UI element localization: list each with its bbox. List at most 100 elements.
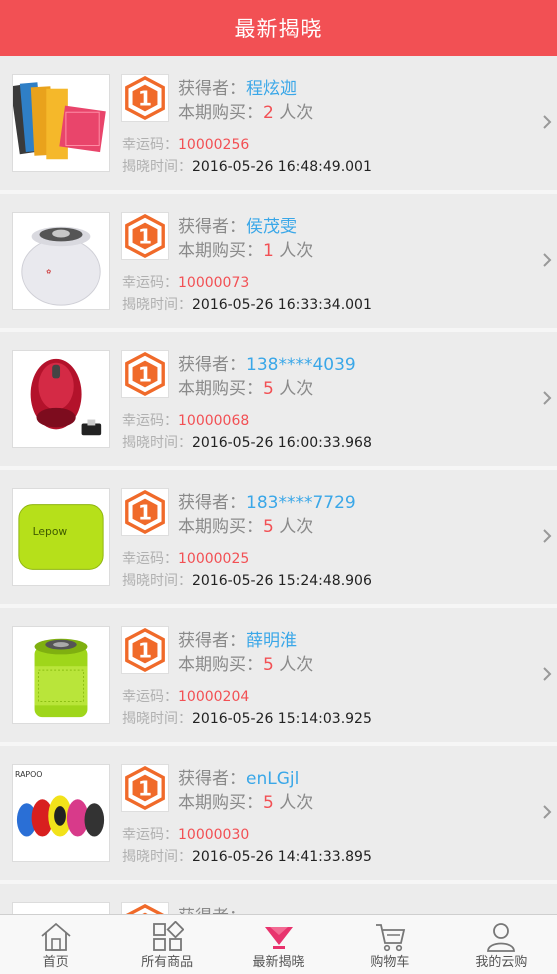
winner-badge-icon: 1 — [121, 488, 169, 536]
mice-group-icon: RAPOO — [12, 764, 110, 862]
home-icon — [41, 922, 71, 951]
reveal-time-row: 揭晓时间：2016-05-26 15:24:48.906 — [122, 573, 372, 589]
product-brand-text: RAPOO — [15, 770, 43, 779]
lucky-code: 10000073 — [178, 275, 250, 291]
winner-badge-icon: 1 — [121, 626, 169, 674]
winner-name[interactable]: 183****7729 — [246, 493, 356, 513]
winner-badge-icon: 1 — [121, 74, 169, 122]
purchase-count: 5 — [263, 655, 274, 675]
winner-name[interactable]: 侯茂雯 — [246, 217, 297, 237]
lucky-code: 10000068 — [178, 413, 250, 429]
chevron-right-icon — [543, 253, 552, 267]
reveal-time-row: 揭晓时间：2016-05-26 16:00:33.968 — [122, 435, 372, 451]
purchase-row: 本期购买：1 人次 — [178, 241, 314, 261]
purchase-row: 本期购买：5 人次 — [178, 379, 314, 399]
tab-label: 首页 — [42, 955, 69, 970]
lucky-code-row: 幸运码：10000025 — [122, 551, 250, 567]
reveal-time-row: 揭晓时间：2016-05-26 15:14:03.925 — [122, 711, 372, 727]
list-item[interactable]: 1 获得者：薛明淮 本期购买：5 人次 幸运码：10000204 揭晓时间：20… — [0, 608, 557, 746]
winner-row: 获得者：183****7729 — [178, 493, 356, 513]
badge-number: 1 — [138, 639, 152, 663]
purchase-count: 5 — [263, 517, 274, 537]
winner-row: 获得者：程炫迦 — [178, 79, 297, 99]
chevron-right-icon — [543, 391, 552, 405]
list-item[interactable]: RAPOO 1 获得者：enLGjl 本期购买：5 人次 幸运码：1000003… — [0, 746, 557, 884]
reveal-time: 2016-05-26 16:00:33.968 — [192, 435, 372, 451]
lucky-code: 10000256 — [178, 137, 250, 153]
reveal-time-row: 揭晓时间：2016-05-26 14:41:33.895 — [122, 849, 372, 865]
user-icon — [487, 923, 516, 952]
tab-cart[interactable]: 购物车 — [334, 915, 445, 974]
purchase-count: 1 — [263, 241, 274, 261]
reveal-time: 2016-05-26 15:14:03.925 — [192, 711, 372, 727]
winner-row: 获得者：侯茂雯 — [178, 217, 297, 237]
speaker-green-icon — [12, 626, 110, 724]
tab-my-account[interactable]: 我的云购 — [446, 915, 557, 974]
reveal-time: 2016-05-26 16:48:49.001 — [192, 159, 372, 175]
product-brand-text: Lepow — [33, 525, 68, 538]
winner-badge-icon: 1 — [121, 350, 169, 398]
lucky-code: 10000204 — [178, 689, 250, 705]
cart-icon — [375, 924, 406, 952]
chevron-right-icon — [543, 529, 552, 543]
reveal-time: 2016-05-26 14:41:33.895 — [192, 849, 372, 865]
lucky-code-row: 幸运码：10000030 — [122, 827, 250, 843]
winner-row: 获得者：enLGjl — [178, 769, 300, 789]
winner-row: 获得者：138****4039 — [178, 355, 356, 375]
winner-name[interactable]: enLGjl — [246, 769, 299, 789]
purchase-row: 本期购买：5 人次 — [178, 517, 314, 537]
svg-text:✿: ✿ — [46, 269, 51, 276]
badge-number: 1 — [138, 225, 152, 249]
list-item[interactable]: 1 获得者：程炫迦 本期购买：2 人次 幸运码：10000256 揭晓时间：20… — [0, 56, 557, 194]
chevron-right-icon — [543, 115, 552, 129]
list-item[interactable]: 1 获得者：138****4039 本期购买：5 人次 幸运码：10000068… — [0, 332, 557, 470]
power-bank-icon: Lepow — [12, 488, 110, 586]
tab-label: 购物车 — [370, 955, 410, 970]
lucky-code: 10000030 — [178, 827, 250, 843]
page-title: 最新揭晓 — [234, 17, 323, 41]
purchase-count: 5 — [263, 379, 274, 399]
reveal-time-row: 揭晓时间：2016-05-26 16:48:49.001 — [122, 159, 372, 175]
badge-number: 1 — [138, 777, 152, 801]
partial-item-icon — [12, 902, 110, 914]
winner-badge-icon: 1 — [121, 764, 169, 812]
reveal-time-row: 揭晓时间：2016-05-26 16:33:34.001 — [122, 297, 372, 313]
chevron-right-icon — [543, 805, 552, 819]
chevron-right-icon — [543, 667, 552, 681]
winner-name[interactable]: 138****4039 — [246, 355, 356, 375]
tab-all-products[interactable]: 所有商品 — [111, 915, 222, 974]
lucky-code-row: 幸运码：10000204 — [122, 689, 250, 705]
purchase-row: 本期购买：2 人次 — [178, 103, 314, 123]
page-header: 最新揭晓 — [0, 0, 557, 56]
winner-name[interactable]: 程炫迦 — [246, 79, 297, 99]
badge-number: 1 — [138, 87, 152, 111]
winner-row: 获得者： — [178, 902, 246, 914]
lucky-code-row: 幸运码：10000256 — [122, 137, 250, 153]
lucky-code: 10000025 — [178, 551, 250, 567]
purchase-count: 5 — [263, 793, 274, 813]
winner-badge-icon: 1 — [121, 212, 169, 260]
reveal-time: 2016-05-26 15:24:48.906 — [192, 573, 372, 589]
diamond-icon — [264, 927, 293, 949]
list-item[interactable]: 获得者： — [0, 884, 557, 914]
list-item[interactable]: Lepow 1 获得者：183****7729 本期购买：5 人次 幸运码：10… — [0, 470, 557, 608]
winner-name[interactable]: 薛明淮 — [246, 631, 297, 651]
tab-label: 所有商品 — [141, 955, 194, 970]
speaker-white-icon: ✿ — [12, 212, 110, 310]
lucky-code-row: 幸运码：10000073 — [122, 275, 250, 291]
winner-badge-icon — [121, 902, 169, 914]
tab-home[interactable]: 首页 — [0, 915, 111, 974]
tab-latest-reveal[interactable]: 最新揭晓 — [223, 915, 334, 974]
purchase-row: 本期购买：5 人次 — [178, 793, 314, 813]
badge-number: 1 — [138, 363, 152, 387]
badge-number: 1 — [138, 501, 152, 525]
result-list: 1 获得者：程炫迦 本期购买：2 人次 幸运码：10000256 揭晓时间：20… — [0, 56, 557, 914]
purchase-count: 2 — [263, 103, 274, 123]
bottom-tab-bar: 首页 所有商品 最新揭晓 购物车 我的云购 — [0, 914, 557, 974]
purchase-row: 本期购买：5 人次 — [178, 655, 314, 675]
reveal-time: 2016-05-26 16:33:34.001 — [192, 297, 372, 313]
lucky-code-row: 幸运码：10000068 — [122, 413, 250, 429]
list-item[interactable]: ✿ 1 获得者：侯茂雯 本期购买：1 人次 幸运码：10000073 揭晓时间：… — [0, 194, 557, 332]
tab-label: 最新揭晓 — [252, 955, 305, 970]
tab-label: 我的云购 — [475, 955, 528, 970]
